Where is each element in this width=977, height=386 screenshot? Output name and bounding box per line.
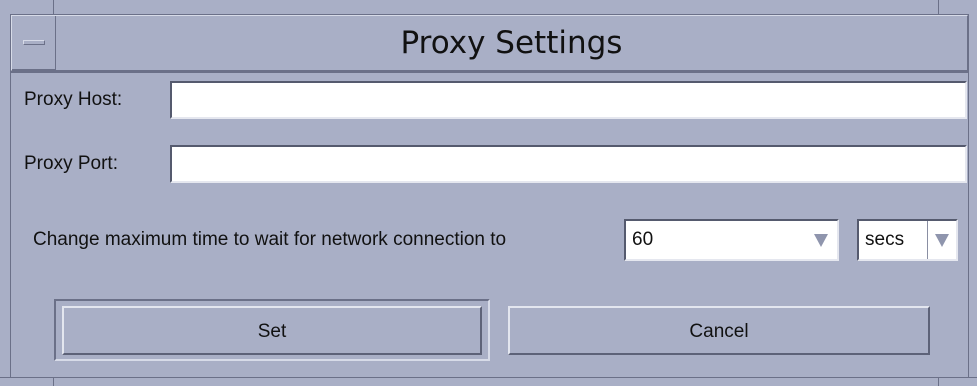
timeout-value-dropdown[interactable]: 60 [624,219,839,261]
window-frame-left[interactable] [0,14,11,386]
title-bar[interactable]: Proxy Settings [11,15,968,71]
frame-corner-notch [53,378,54,386]
cancel-button[interactable]: Cancel [508,306,930,355]
frame-corner-notch [938,0,939,14]
triangle-down-icon [814,233,828,247]
proxy-host-input[interactable] [170,81,967,119]
frame-corner-notch [938,378,939,386]
window-frame-top[interactable] [0,0,977,15]
window-menu-icon [23,40,45,45]
title-divider [11,71,968,73]
window-menu-button[interactable] [12,16,56,70]
window-frame-right[interactable] [968,14,977,386]
dropdown-arrow-button[interactable] [807,221,835,259]
proxy-port-label: Proxy Port: [24,153,118,174]
frame-corner-notch [53,0,54,14]
window-frame-bottom[interactable] [0,377,977,386]
dropdown-arrow-button[interactable] [927,221,956,259]
timeout-value: 60 [632,229,654,250]
timeout-unit-dropdown[interactable]: secs [857,219,958,261]
proxy-host-label: Proxy Host: [24,89,123,110]
dialog-window: Proxy Settings Proxy Host: Proxy Port: C… [0,0,977,386]
proxy-port-input[interactable] [170,145,967,183]
triangle-down-icon [935,233,949,247]
timeout-label: Change maximum time to wait for network … [33,229,507,250]
window-title: Proxy Settings [400,25,623,61]
timeout-unit: secs [865,229,905,250]
set-button[interactable]: Set [62,306,482,355]
